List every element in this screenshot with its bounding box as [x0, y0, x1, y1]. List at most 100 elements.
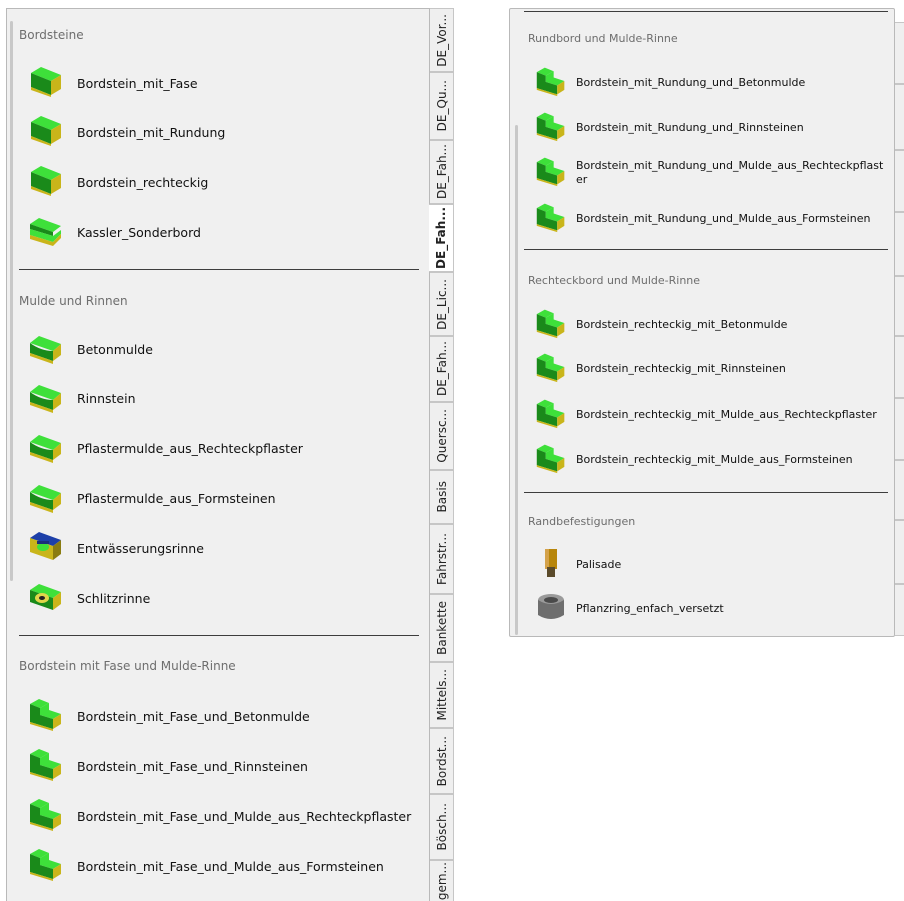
tool-label: Bordstein_mit_Rundung_und_Mulde_aus_Rech…	[576, 159, 884, 186]
tool-label: Pflastermulde_aus_Rechteckpflaster	[77, 440, 303, 456]
palette-tab[interactable]: Fahrstr...	[430, 524, 454, 594]
palette-tab[interactable]	[895, 84, 904, 150]
curb-gutter-icon	[27, 796, 65, 836]
palette-tab[interactable]: DE_Vor...	[430, 8, 454, 72]
palette-tab[interactable]: Bordst...	[430, 728, 454, 794]
tool-bordstein-rechteckig-rinnsteinen[interactable]: Bordstein_rechteckig_mit_Rinnsteinen	[534, 349, 786, 389]
tool-pflanzring[interactable]: Pflanzring_enfach_versetzt	[534, 589, 724, 629]
tool-bordstein-rundung-betonmulde[interactable]: Bordstein_mit_Rundung_und_Betonmulde	[534, 63, 805, 103]
palette-tab[interactable]: Basis	[430, 470, 454, 524]
tool-label: Bordstein_mit_Fase_und_Mulde_aus_Rechtec…	[77, 808, 412, 824]
tool-bordstein-mit-fase[interactable]: Bordstein_mit_Fase	[27, 63, 198, 103]
palette-tab-label: Quersc...	[434, 409, 449, 463]
tool-label: Betonmulde	[77, 341, 153, 357]
palette-tab-label: Bösch...	[434, 803, 449, 851]
tool-bordstein-rechteckig[interactable]: Bordstein_rechteckig	[27, 162, 208, 202]
gutter-icon	[27, 378, 65, 418]
tool-label: Bordstein_mit_Fase_und_Betonmulde	[77, 708, 310, 724]
gutter-icon	[27, 329, 65, 369]
tool-label: Bordstein_rechteckig_mit_Mulde_aus_Forms…	[576, 453, 853, 466]
palette-tab[interactable]	[895, 276, 904, 336]
palette-tab-label: Fahrstr...	[434, 533, 449, 585]
tool-bordstein-fase-betonmulde[interactable]: Bordstein_mit_Fase_und_Betonmulde	[27, 696, 310, 736]
tool-label: Entwässerungsrinne	[77, 540, 204, 556]
tool-rinnstein[interactable]: Rinnstein	[27, 378, 136, 418]
tool-bordstein-rundung-mulde-formsteinen[interactable]: Bordstein_mit_Rundung_und_Mulde_aus_Form…	[534, 199, 886, 239]
section-header: Bordstein mit Fase und Mulde-Rinne	[19, 659, 236, 673]
palisade-icon	[534, 547, 568, 583]
tool-label: Bordstein_mit_Rundung	[77, 124, 226, 140]
tool-label: Kassler_Sonderbord	[77, 224, 201, 240]
section-header: Mulde und Rinnen	[19, 294, 128, 308]
palette-tab[interactable]	[895, 22, 904, 84]
curb-chamfer-icon	[27, 63, 65, 103]
palette-tab[interactable]: DE_Lic...	[430, 272, 454, 336]
tool-label: Bordstein_mit_Fase_und_Rinnsteinen	[77, 758, 308, 774]
tool-palisade[interactable]: Palisade	[534, 545, 621, 585]
palette-tab[interactable]	[895, 212, 904, 276]
palette-tab[interactable]: Bankette	[430, 594, 454, 662]
palette-tab-strip-cropped	[895, 8, 904, 637]
tool-bordstein-fase-rinnsteinen[interactable]: Bordstein_mit_Fase_und_Rinnsteinen	[27, 746, 308, 786]
palette-tab[interactable]	[895, 150, 904, 212]
tool-betonmulde[interactable]: Betonmulde	[27, 329, 153, 369]
curb-gutter-icon	[534, 155, 568, 191]
section-divider	[19, 269, 419, 270]
palette-tab[interactable]: Bösch...	[430, 794, 454, 860]
palette-tab[interactable]	[895, 398, 904, 460]
palette-tab[interactable]: DE_Fah...	[430, 336, 454, 402]
palette-tab[interactable]: DE_Qu...	[430, 72, 454, 140]
tool-label: Bordstein_mit_Fase	[77, 75, 198, 91]
tool-schlitzrinne[interactable]: Schlitzrinne	[27, 578, 150, 618]
tool-bordstein-rechteckig-betonmulde[interactable]: Bordstein_rechteckig_mit_Betonmulde	[534, 305, 787, 345]
palette-tab-label: DE_Fah...	[434, 207, 448, 269]
palette-tab-active[interactable]: DE_Fah...	[429, 204, 454, 272]
curb-rounded-icon	[27, 112, 65, 152]
tool-bordstein-rundung-rinnsteinen[interactable]: Bordstein_mit_Rundung_und_Rinnsteinen	[534, 108, 804, 148]
palette-tab[interactable]	[895, 584, 904, 636]
slot-channel-icon	[27, 578, 65, 618]
tool-entwaesserungsrinne[interactable]: Entwässerungsrinne	[27, 528, 204, 568]
curb-gutter-icon	[27, 696, 65, 736]
tool-pflastermulde-rechteckpflaster[interactable]: Pflastermulde_aus_Rechteckpflaster	[27, 428, 303, 468]
tool-label: Schlitzrinne	[77, 590, 151, 606]
section-header: Randbefestigungen	[528, 515, 636, 528]
palette-tab[interactable]	[895, 520, 904, 584]
tool-label: Pflanzring_enfach_versetzt	[576, 602, 724, 615]
scrollbar[interactable]	[10, 21, 13, 581]
tool-bordstein-fase-mulde-formsteinen[interactable]: Bordstein_mit_Fase_und_Mulde_aus_Formste…	[27, 846, 384, 886]
palette-tab[interactable]: Mittels...	[430, 662, 454, 728]
palette-tab-label: DE_Lic...	[434, 278, 449, 330]
tool-palette-right: Rundbord und Mulde-Rinne Bordstein_mit_R…	[509, 8, 895, 637]
curb-gutter-icon	[534, 351, 568, 387]
curb-gutter-icon	[534, 201, 568, 237]
drain-channel-icon	[27, 528, 65, 568]
tool-bordstein-rechteckig-mulde-rechteckpflaster[interactable]: Bordstein_rechteckig_mit_Mulde_aus_Recht…	[534, 395, 886, 435]
section-divider	[524, 249, 888, 250]
section-header: Bordsteine	[19, 28, 84, 42]
palette-tab-label: DE_Vor...	[434, 13, 449, 67]
section-divider	[524, 11, 888, 12]
tool-bordstein-fase-mulde-rechteckpflaster[interactable]: Bordstein_mit_Fase_und_Mulde_aus_Rechtec…	[27, 796, 411, 836]
tool-bordstein-rechteckig-mulde-formsteinen[interactable]: Bordstein_rechteckig_mit_Mulde_aus_Forms…	[534, 440, 853, 480]
curb-gutter-icon	[27, 746, 65, 786]
tool-label: Pflastermulde_aus_Formsteinen	[77, 490, 276, 506]
curb-gutter-icon	[534, 307, 568, 343]
tool-kassler-sonderbord[interactable]: Kassler_Sonderbord	[27, 212, 201, 252]
tool-palette-left: Bordsteine Bordstein_mit_Fase Bordstein_…	[6, 8, 430, 901]
palette-tab[interactable]: gem...	[430, 860, 454, 901]
palette-tab[interactable]: DE_Fah...	[430, 140, 454, 204]
curb-gutter-icon	[534, 442, 568, 478]
scrollbar[interactable]	[515, 125, 518, 635]
tool-bordstein-mit-rundung[interactable]: Bordstein_mit_Rundung	[27, 112, 225, 152]
curb-gutter-icon	[534, 110, 568, 146]
palette-tab[interactable]	[895, 460, 904, 520]
planter-ring-icon	[534, 591, 568, 627]
palette-tab[interactable]: Quersc...	[430, 402, 454, 470]
tool-label: Bordstein_mit_Rundung_und_Betonmulde	[576, 76, 806, 89]
palette-tab-label: Mittels...	[434, 669, 449, 721]
tool-label: Bordstein_mit_Rundung_und_Mulde_aus_Form…	[576, 212, 871, 225]
tool-bordstein-rundung-mulde-rechteckpflaster[interactable]: Bordstein_mit_Rundung_und_Mulde_aus_Rech…	[534, 153, 886, 193]
palette-tab[interactable]	[895, 336, 904, 398]
tool-pflastermulde-formsteinen[interactable]: Pflastermulde_aus_Formsteinen	[27, 478, 276, 518]
